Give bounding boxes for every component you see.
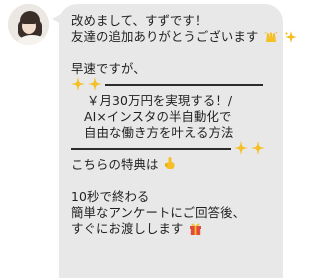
message-bubble[interactable]: 改めまして、すずです！ 友達の追加ありがとうございます 早速ですが、 ￥月30万… (59, 4, 297, 278)
sparkle-star-icon (88, 76, 102, 95)
divider-rule (71, 148, 231, 150)
decorative-divider (71, 76, 283, 95)
message-line: 改めまして、すずです！ (71, 13, 283, 29)
avatar-photo-icon (8, 4, 49, 45)
message-text: 友達の追加ありがとうございます (71, 29, 259, 44)
message-line: AI×インスタの半自動化で (71, 109, 283, 125)
avatar[interactable] (8, 4, 49, 45)
chat-screen: 改めまして、すずです！ 友達の追加ありがとうございます 早速ですが、 ￥月30万… (0, 0, 297, 278)
message-line: すぐにお渡しします (71, 221, 283, 237)
message-line: こちらの特典は (71, 157, 283, 173)
message-line: 友達の追加ありがとうございます (71, 29, 297, 47)
message-text: 10秒で終わる (71, 189, 150, 204)
sparkle-star-icon (71, 76, 85, 95)
raised-hands-icon (264, 31, 278, 47)
message-text: すぐにお渡しします (71, 221, 184, 236)
message-line: ￥月30万円を実現する！/ (71, 93, 283, 109)
pointing-down-icon (164, 157, 176, 175)
message-text: 改めまして、すずです！ (71, 13, 208, 28)
sparkles-icon (284, 31, 297, 47)
decorative-divider (71, 140, 283, 159)
divider-rule (105, 84, 263, 86)
message-line: 簡単なアンケートにご回答後、 (71, 205, 283, 221)
message-text: 早速ですが、 (71, 61, 146, 76)
message-line: 早速ですが、 (71, 61, 283, 77)
sparkle-star-icon (234, 140, 248, 159)
message-text: ￥月30万円を実現する！/ (87, 93, 233, 108)
message-text: AI×インスタの半自動化で (84, 109, 232, 124)
message-text: こちらの特典は (71, 157, 159, 172)
message-line: 10秒で終わる (71, 189, 283, 205)
sparkle-star-icon (251, 140, 265, 159)
message-text: 簡単なアンケートにご回答後、 (71, 205, 246, 220)
message-text: 自由な働き方を叶える方法 (84, 125, 234, 140)
gift-icon (189, 222, 202, 239)
